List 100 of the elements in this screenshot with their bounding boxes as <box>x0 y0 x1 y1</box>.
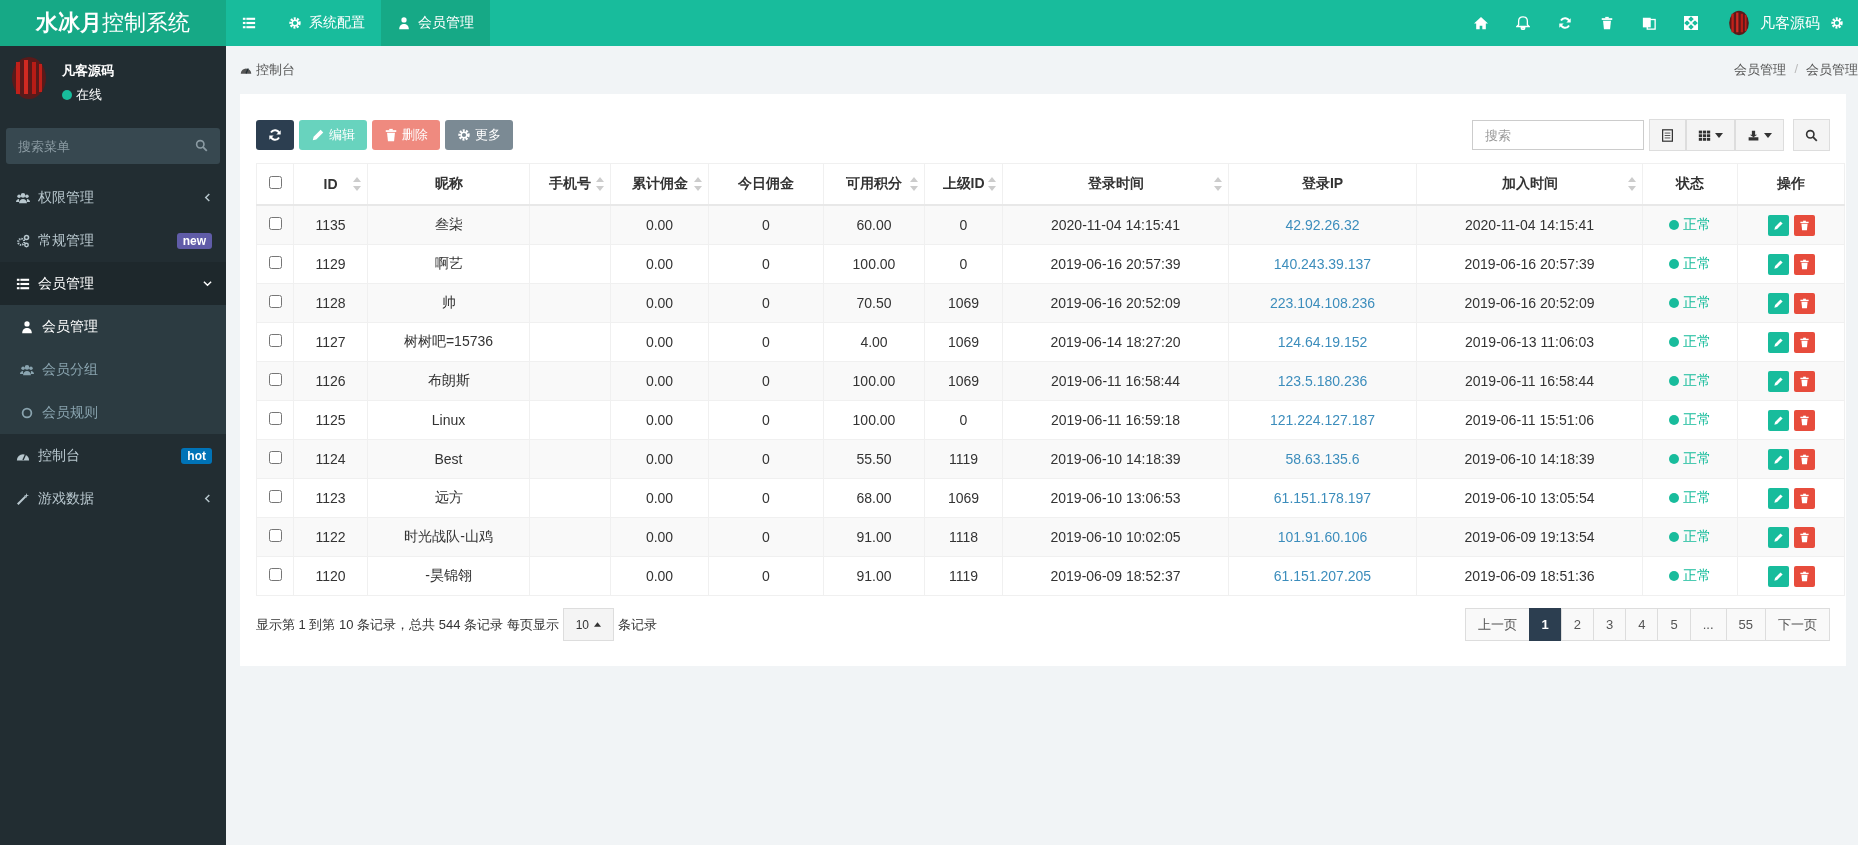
table-cell: 4.00 <box>860 334 888 350</box>
row-checkbox[interactable] <box>268 451 282 464</box>
page-size-dropdown[interactable]: 10 <box>562 608 615 641</box>
refresh-button[interactable] <box>256 120 294 150</box>
row-checkbox[interactable] <box>268 412 282 425</box>
delete-button[interactable] <box>1793 370 1815 392</box>
table-cell: 60.00 <box>856 217 892 233</box>
delete-button[interactable] <box>1793 253 1815 275</box>
page-link[interactable]: 2 <box>1560 608 1594 641</box>
breadcrumb-link[interactable]: 会员管理 <box>1734 61 1787 79</box>
row-checkbox[interactable] <box>268 295 282 308</box>
delete-button[interactable] <box>1793 526 1815 548</box>
download-icon <box>1747 128 1760 142</box>
table-cell: 0 <box>762 256 770 272</box>
more-button[interactable]: 更多 <box>445 120 513 150</box>
table-cell: 0 <box>762 295 770 311</box>
row-checkbox[interactable] <box>268 373 282 386</box>
row-checkbox[interactable] <box>268 490 282 503</box>
edit-button[interactable] <box>1767 526 1789 548</box>
table-cell: 0.00 <box>645 295 674 311</box>
edit-button[interactable] <box>1767 331 1789 353</box>
pagination-summary: 显示第 1 到第 10 条记录，总共 544 条记录 每页显示 <box>256 615 559 634</box>
edit-button[interactable] <box>1767 487 1789 509</box>
ip-link[interactable]: 124.64.19.152 <box>1277 334 1368 350</box>
status-label: 正常 <box>1669 333 1711 351</box>
table-cell: 70.50 <box>856 295 892 311</box>
toggle-view-button[interactable] <box>1649 119 1686 151</box>
edit-button[interactable] <box>1767 565 1789 587</box>
table-cell: 0 <box>762 217 770 233</box>
delete-button[interactable] <box>1793 214 1815 236</box>
table-cell: Linux <box>431 412 466 428</box>
table-cell: 0 <box>762 412 770 428</box>
delete-button[interactable] <box>1793 448 1815 470</box>
edit-button[interactable] <box>1767 448 1789 470</box>
table-cell: 时光战队-山鸡 <box>404 528 493 544</box>
ip-link[interactable]: 101.91.60.106 <box>1277 529 1368 545</box>
page-link[interactable]: 3 <box>1593 608 1627 641</box>
delete-button[interactable] <box>1793 331 1815 353</box>
table-cell: 100.00 <box>852 412 896 428</box>
page-link[interactable]: 4 <box>1625 608 1659 641</box>
delete-button[interactable] <box>1793 409 1815 431</box>
pencil-icon <box>1772 531 1784 543</box>
search-button[interactable] <box>1793 119 1830 151</box>
menu-search-field[interactable]: 搜索菜单 <box>6 128 220 164</box>
ip-link[interactable]: 58.63.135.6 <box>1285 451 1360 467</box>
edit-button[interactable] <box>1767 370 1789 392</box>
menu-item[interactable]: 常规管理 new <box>0 219 226 262</box>
columns-button[interactable] <box>1686 119 1735 151</box>
edit-button[interactable] <box>1767 409 1789 431</box>
row-checkbox[interactable] <box>268 334 282 347</box>
table-cell: 2019-06-16 20:52:09 <box>1050 295 1181 311</box>
table-cell: 2019-06-10 14:18:39 <box>1050 451 1181 467</box>
sort-icon <box>353 177 361 191</box>
menu-item[interactable]: 会员规则 <box>0 391 226 434</box>
profile-name: 凡客源码 <box>62 62 114 80</box>
delete-button[interactable] <box>1793 487 1815 509</box>
menu-item[interactable]: 会员管理 <box>0 305 226 348</box>
users-icon <box>20 362 34 377</box>
row-checkbox[interactable] <box>268 529 282 542</box>
edit-button[interactable] <box>1767 253 1789 275</box>
edit-button[interactable] <box>1767 292 1789 314</box>
trash-icon <box>1798 336 1810 348</box>
table-cell: 2019-06-11 16:58:44 <box>1465 373 1594 389</box>
row-checkbox[interactable] <box>268 256 282 269</box>
menu-item[interactable]: 游戏数据 <box>0 477 226 520</box>
table-cell: 1135 <box>315 217 346 233</box>
search-field[interactable]: 搜索 <box>1472 120 1644 150</box>
row-checkbox[interactable] <box>268 568 282 581</box>
menu-badge: hot <box>181 447 212 464</box>
breadcrumb-link[interactable]: 会员管理 <box>1806 61 1858 79</box>
menu-item[interactable]: 控制台 hot <box>0 434 226 477</box>
menu-item[interactable]: 权限管理 <box>0 176 226 219</box>
page-link[interactable]: 55 <box>1725 608 1766 641</box>
page-link[interactable]: ... <box>1689 608 1727 641</box>
page-link[interactable]: 上一页 <box>1464 608 1530 641</box>
row-checkbox[interactable] <box>268 217 282 230</box>
delete-button[interactable] <box>1793 292 1815 314</box>
menu-item[interactable]: 会员管理 <box>0 262 226 305</box>
page-link[interactable]: 下一页 <box>1765 608 1830 641</box>
table-cell: 55.50 <box>856 451 892 467</box>
user-icon <box>20 319 34 334</box>
pencil-icon <box>1772 336 1784 348</box>
table-cell: 2019-06-16 20:57:39 <box>1050 256 1181 272</box>
ip-link[interactable]: 42.92.26.32 <box>1285 217 1360 233</box>
trash-icon <box>1798 453 1810 465</box>
edit-button[interactable] <box>1767 214 1789 236</box>
table-cell: 1118 <box>948 529 979 545</box>
delete-button[interactable] <box>1793 565 1815 587</box>
table-cell: 1069 <box>947 490 980 506</box>
gear-icon[interactable] <box>1830 16 1844 30</box>
search-icon <box>1805 128 1818 142</box>
select-all-checkbox[interactable] <box>268 176 282 189</box>
table-cell: 2019-06-10 13:06:53 <box>1050 490 1181 506</box>
page-link[interactable]: 1 <box>1528 608 1562 641</box>
page-link[interactable]: 5 <box>1657 608 1691 641</box>
menu-item[interactable]: 会员分组 <box>0 348 226 391</box>
sort-icon <box>596 177 604 191</box>
ip-link[interactable]: 123.5.180.236 <box>1277 373 1368 389</box>
export-button[interactable] <box>1735 119 1784 151</box>
status-label: 正常 <box>1669 372 1711 390</box>
